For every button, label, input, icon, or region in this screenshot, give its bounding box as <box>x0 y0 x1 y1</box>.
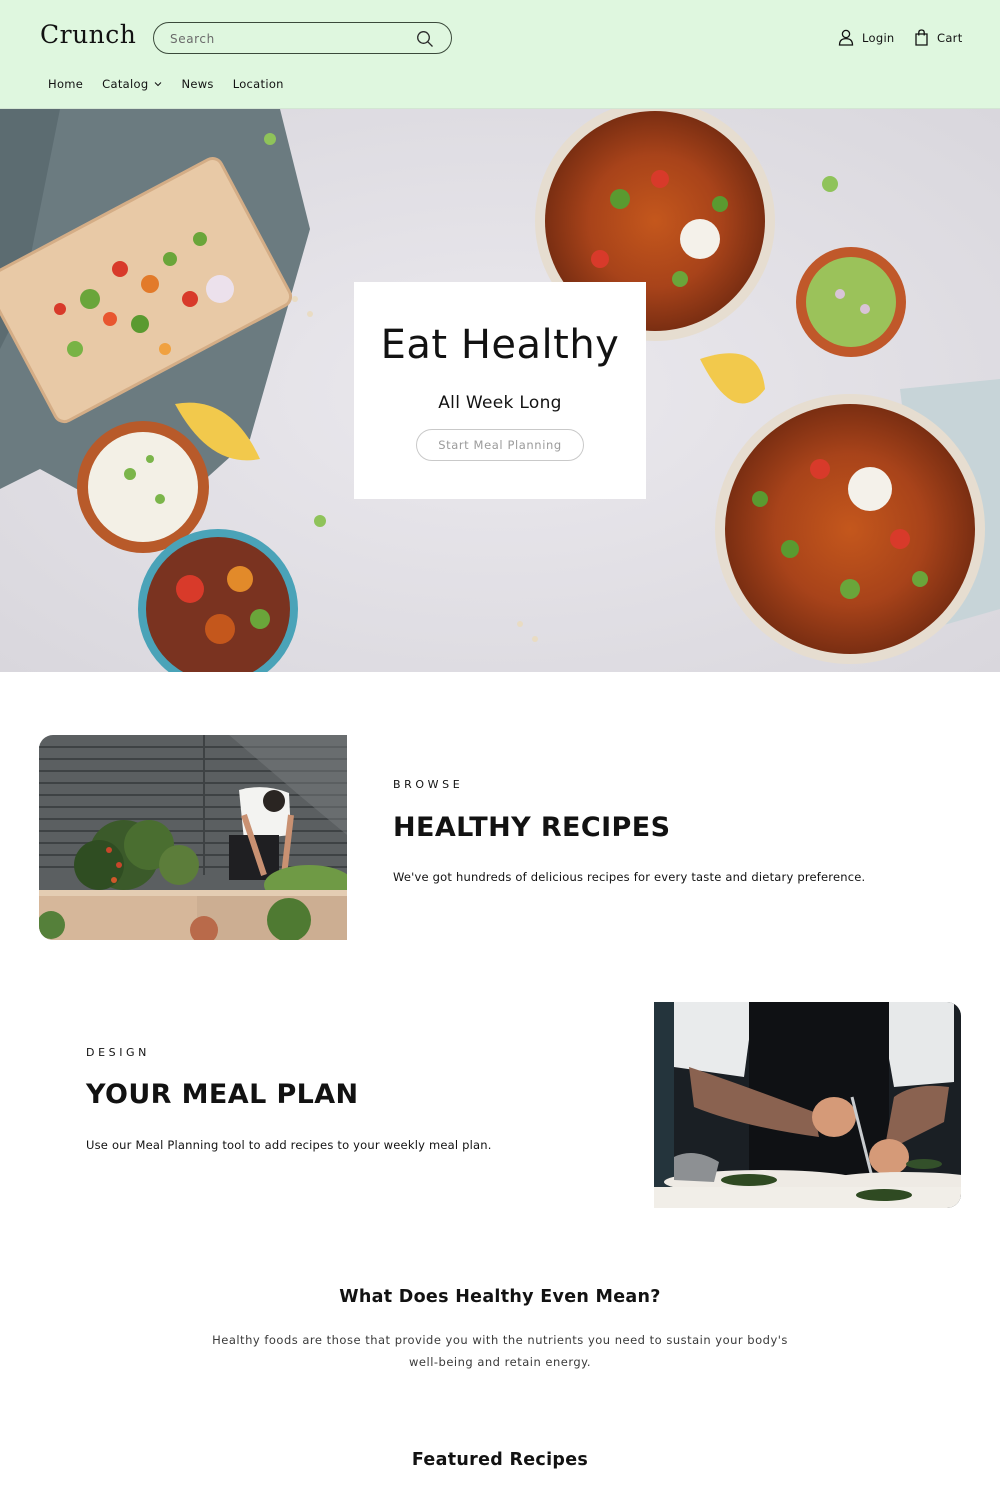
section-text: Use our Meal Planning tool to add recipe… <box>86 1138 492 1152</box>
site-header: Crunch Home Catalog News Location Logi <box>0 0 1000 109</box>
cart-label: Cart <box>937 30 963 45</box>
user-icon <box>838 29 854 46</box>
search-bar[interactable] <box>153 22 452 54</box>
section-eyebrow: DESIGN <box>86 1046 150 1059</box>
nav-item-home[interactable]: Home <box>48 77 83 91</box>
nav-label: Catalog <box>102 77 149 91</box>
hero-banner: Eat Healthy All Week Long Start Meal Pla… <box>0 109 1000 672</box>
nav-label: Home <box>48 77 84 91</box>
nav-item-catalog[interactable]: Catalog <box>102 77 162 91</box>
nav-item-location[interactable]: Location <box>233 77 284 91</box>
cart-link[interactable]: Cart <box>914 29 963 46</box>
section-eyebrow: BROWSE <box>393 778 464 791</box>
nav-label: News <box>181 77 214 91</box>
about-text: Healthy foods are those that provide you… <box>212 1333 788 1369</box>
hero-subtitle: All Week Long <box>438 393 562 413</box>
section-text: We've got hundreds of delicious recipes … <box>393 870 866 884</box>
shopping-bag-icon <box>915 29 928 46</box>
hero-card: Eat Healthy All Week Long Start Meal Pla… <box>354 282 646 499</box>
logo[interactable]: Crunch <box>40 20 136 49</box>
featured-recipes-title: Featured Recipes <box>411 1450 589 1470</box>
start-meal-planning-button[interactable]: Start Meal Planning <box>416 429 584 461</box>
search-input[interactable] <box>170 29 410 49</box>
search-icon[interactable] <box>416 30 434 48</box>
section-title: HEALTHY RECIPES <box>393 812 671 843</box>
garden-chef-image <box>39 735 347 940</box>
login-label: Login <box>862 30 895 45</box>
chef-plating-image <box>654 1002 961 1208</box>
about-title: What Does Healthy Even Mean? <box>339 1287 661 1307</box>
nav-label: Location <box>232 77 284 91</box>
main-nav: Home Catalog News Location <box>48 77 303 91</box>
section-title: YOUR MEAL PLAN <box>86 1079 359 1110</box>
hero-title: Eat Healthy <box>380 322 620 368</box>
login-link[interactable]: Login <box>838 29 895 46</box>
chevron-down-icon <box>155 82 162 87</box>
nav-item-news[interactable]: News <box>181 77 213 91</box>
